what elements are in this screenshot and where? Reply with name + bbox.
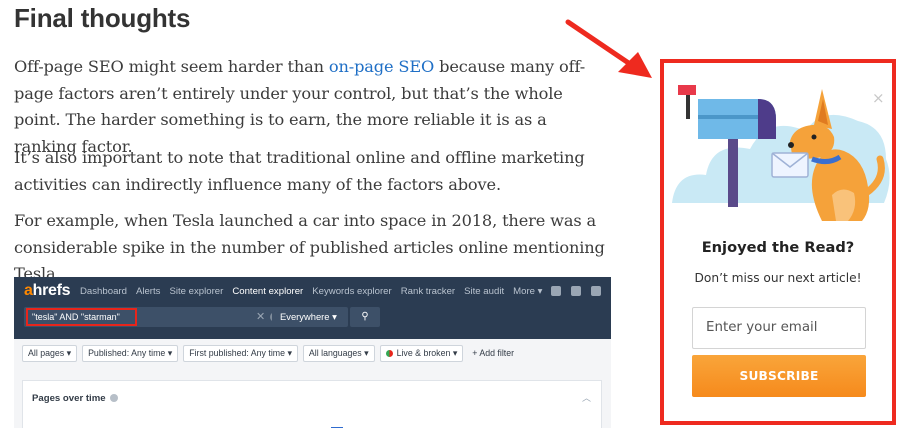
email-input[interactable]: Enter your email — [692, 307, 866, 349]
ahrefs-nav-item: More ▾ — [513, 286, 543, 297]
ahrefs-nav-item: Keywords explorer — [312, 286, 392, 297]
ahrefs-nav: Dashboard Alerts Site explorer Content expl… — [80, 286, 542, 297]
ahrefs-nav-item: Site explorer — [169, 286, 224, 297]
ahrefs-filter-chip: Live & broken ▾ — [379, 345, 464, 362]
window-icon — [571, 286, 581, 296]
article-paragraph-3: For example, when Tesla launched a car i… — [14, 211, 605, 283]
ahrefs-content-explorer-screenshot: ahrefs Dashboard Alerts Site explorer Conte… — [14, 277, 611, 428]
newsletter-popup: × Enjoyed the Read? Don’t miss our next … — [660, 59, 896, 425]
ahrefs-nav-item: Rank tracker — [400, 286, 456, 297]
info-icon — [109, 394, 118, 402]
ahrefs-nav-item: Site audit — [464, 286, 505, 297]
ahrefs-topbar: ahrefs Dashboard Alerts Site explorer Conte… — [14, 277, 611, 339]
ahrefs-add-filter: + Add filter — [472, 348, 515, 358]
clear-icon: ✕ — [256, 310, 266, 323]
ahrefs-panel: Pages over time ︿ — [22, 380, 602, 428]
ahrefs-query-highlight: "tesla" AND "starman" — [26, 308, 137, 326]
article-heading: Final thoughts — [14, 3, 191, 33]
ahrefs-filter-chip: All languages ▾ — [302, 345, 375, 362]
ahrefs-nav-item: Content explorer — [232, 286, 304, 297]
ahrefs-search-box: "tesla" AND "starman" ✕ — [24, 307, 286, 327]
article-paragraph-2: It’s also important to note that traditi… — [14, 148, 585, 194]
ahrefs-scope-select: Everywhere ▾ — [272, 307, 348, 327]
ahrefs-panel-title: Pages over time — [32, 393, 118, 404]
ahrefs-logo: ahrefs — [24, 282, 71, 299]
ahrefs-filters: All pages ▾ Published: Any time ▾ First pu… — [22, 345, 518, 362]
on-page-seo-link[interactable]: on-page SEO — [329, 57, 434, 76]
subscribe-button[interactable]: SUBSCRIBE — [692, 355, 866, 397]
ahrefs-filter-chip: First published: Any time ▾ — [183, 345, 298, 362]
popup-subtitle: Don’t miss our next article! — [694, 271, 862, 285]
chevron-up-icon: ︿ — [581, 394, 591, 404]
ahrefs-filter-chip: All pages ▾ — [22, 345, 78, 362]
ahrefs-tools — [551, 286, 601, 296]
bell-icon — [551, 286, 561, 296]
mailbox-dog-illustration — [672, 85, 890, 221]
ahrefs-nav-item: Dashboard — [80, 286, 127, 297]
popup-title: Enjoyed the Read? — [701, 239, 855, 256]
ahrefs-filter-chip: Published: Any time ▾ — [82, 345, 179, 362]
user-icon — [591, 286, 601, 296]
red-arrow-icon — [565, 19, 652, 78]
ahrefs-nav-item: Alerts — [135, 286, 161, 297]
search-icon: ⚲ — [350, 307, 380, 327]
